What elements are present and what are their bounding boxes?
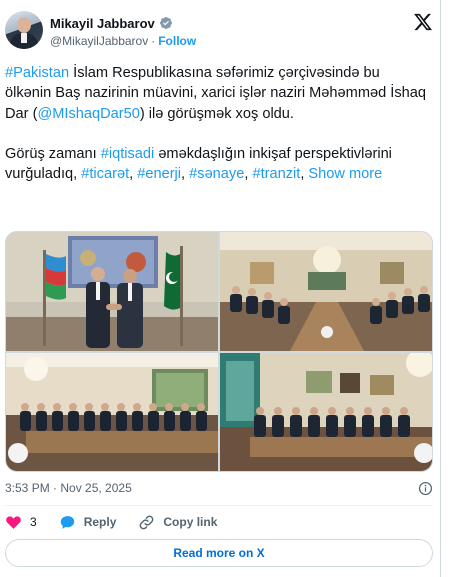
avatar[interactable] (5, 11, 43, 49)
info-icon[interactable] (418, 481, 433, 496)
photo-meeting-room-2[interactable] (6, 353, 218, 471)
mention-link[interactable]: @MIshaqDar50 (37, 106, 139, 122)
separator-dot: · (151, 34, 156, 48)
like-count: 3 (30, 515, 37, 529)
meeting-room-image-2 (6, 353, 218, 471)
photo-meeting-room-1[interactable] (220, 232, 432, 351)
post-text: #Pakistan İslam Respublikasına səfərimiz… (5, 63, 430, 184)
read-more-button[interactable]: Read more on X (5, 539, 433, 567)
handshake-image (6, 232, 218, 351)
author-handle-row: @MikayilJabbarov · Follow (50, 33, 196, 49)
divider (5, 505, 433, 506)
meeting-room-image-1 (220, 232, 432, 351)
hashtag-link[interactable]: #tranzit (252, 166, 300, 182)
post-header: Mikayil Jabbarov @MikayilJabbarov · Foll… (0, 0, 441, 56)
post-text-segment: , (181, 166, 190, 183)
reply-button[interactable]: Reply (59, 514, 117, 531)
show-more-link[interactable]: Show more (308, 166, 382, 182)
x-logo-icon[interactable] (413, 12, 433, 32)
action-bar: 3 Reply Copy link (5, 512, 239, 532)
photo-meeting-room-3[interactable] (220, 353, 432, 471)
post-paragraph-2: Görüş zamanı #iqtisadi əməkdaşlığın inki… (5, 144, 430, 185)
hashtag-link[interactable]: #enerji (137, 166, 181, 182)
hashtag-link[interactable]: #ticarət (81, 166, 129, 182)
media-grid (5, 231, 433, 472)
hashtag-link[interactable]: #iqtisadi (101, 146, 155, 162)
photo-handshake[interactable] (6, 232, 218, 351)
meeting-room-image-3 (220, 353, 432, 471)
copy-link-label: Copy link (163, 515, 218, 529)
post-card: Mikayil Jabbarov @MikayilJabbarov · Foll… (0, 0, 441, 577)
author-name-row[interactable]: Mikayil Jabbarov (50, 14, 173, 32)
hashtag-link[interactable]: #sənaye (189, 166, 244, 182)
author-name[interactable]: Mikayil Jabbarov (50, 16, 155, 31)
link-icon (140, 515, 154, 529)
post-text-segment: Görüş zamanı (5, 145, 101, 162)
verified-badge-icon (159, 17, 172, 29)
reply-bubble-icon (60, 515, 74, 529)
follow-button[interactable]: Follow (158, 34, 196, 48)
post-paragraph-1: #Pakistan İslam Respublikasına səfərimiz… (5, 63, 430, 124)
hashtag-link[interactable]: #Pakistan (5, 65, 69, 81)
like-button[interactable]: 3 (5, 514, 37, 531)
heart-icon (6, 515, 21, 529)
copy-link-button[interactable]: Copy link (138, 514, 217, 531)
post-text-segment: ) ilə görüşmək xoş oldu. (139, 105, 294, 122)
post-timestamp[interactable]: 3:53 PM · Nov 25, 2025 (5, 481, 132, 497)
author-handle[interactable]: @MikayilJabbarov (50, 34, 148, 48)
reply-label: Reply (83, 515, 117, 529)
